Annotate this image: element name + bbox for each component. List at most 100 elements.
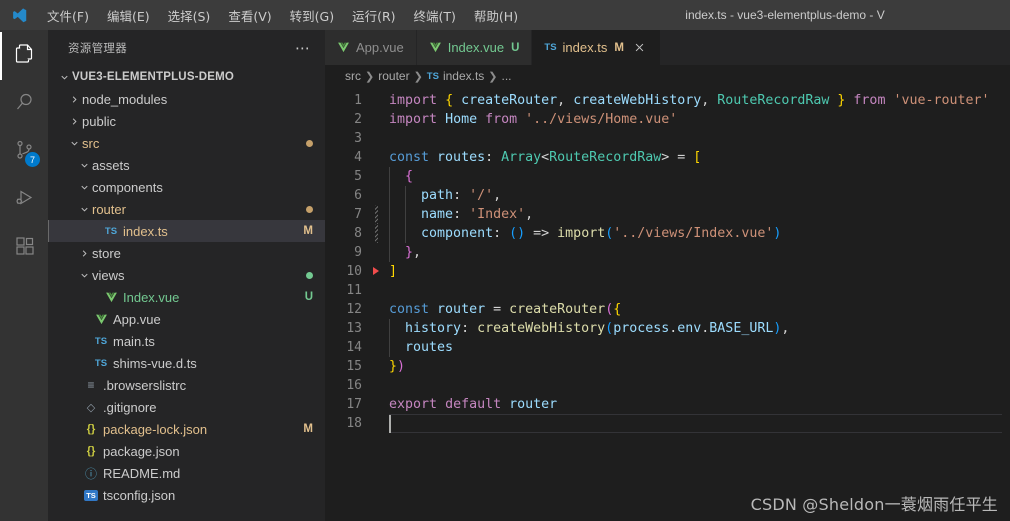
tree-item-components[interactable]: components: [48, 176, 325, 198]
code-line[interactable]: export default router: [389, 395, 1010, 414]
code-line[interactable]: path: '/',: [389, 186, 1010, 205]
tree-item-views[interactable]: views: [48, 264, 325, 286]
breadcrumb[interactable]: src ❯ router ❯ TS index.ts ❯ ...: [325, 65, 1010, 87]
menu-help[interactable]: 帮助(H): [465, 0, 527, 30]
code-line[interactable]: history: createWebHistory(process.env.BA…: [389, 319, 1010, 338]
code-token: [: [693, 150, 702, 165]
code-content[interactable]: import { createRouter, createWebHistory,…: [383, 91, 1010, 521]
code-line[interactable]: import { createRouter, createWebHistory,…: [389, 91, 1010, 110]
code-editor[interactable]: 1 2 3 4 5 6 7 8 9 10 11 12 13 14 15 16 17 18 import { cre…: [325, 87, 1010, 521]
tab-index-vue[interactable]: Index.vue U: [416, 30, 533, 65]
tree-item-label: assets: [92, 157, 130, 173]
code-token: =: [485, 302, 510, 317]
code-token: }: [405, 245, 414, 260]
code-line[interactable]: }): [389, 357, 1010, 376]
tree-item-router[interactable]: router: [48, 198, 325, 220]
tree-item-shims-vue-d-ts[interactable]: TS shims-vue.d.ts: [48, 352, 325, 374]
code-line[interactable]: name: 'Index',: [389, 205, 1010, 224]
code-token: :: [453, 207, 470, 222]
tree-item-label: .gitignore: [103, 399, 157, 415]
code-token: :: [493, 226, 510, 241]
code-token: path: [421, 188, 454, 203]
tree-item-assets[interactable]: assets: [48, 154, 325, 176]
activitybar-extensions[interactable]: [0, 224, 48, 272]
tree-item--browserslistrc[interactable]: ≡ .browserslistrc: [48, 374, 325, 396]
code-token: env: [677, 321, 702, 336]
code-token: (): [509, 226, 526, 241]
tree-item-readme-md[interactable]: ⓘ README.md: [48, 462, 325, 484]
code-token: name: [421, 207, 454, 222]
tree-item-src[interactable]: src: [48, 132, 325, 154]
code-line[interactable]: {: [389, 167, 1010, 186]
breadcrumb-item-symbol[interactable]: ...: [502, 69, 512, 83]
menu-view[interactable]: 查看(V): [219, 0, 280, 30]
menu-terminal[interactable]: 终端(T): [405, 0, 465, 30]
code-line[interactable]: [389, 281, 1010, 300]
code-token: process: [613, 321, 670, 336]
breakpoint-arrow-icon[interactable]: [373, 267, 379, 275]
code-line[interactable]: component: () => import('../views/Index.…: [389, 224, 1010, 243]
menu-go[interactable]: 转到(G): [281, 0, 343, 30]
menu-selection[interactable]: 选择(S): [159, 0, 220, 30]
chevron-right-icon: ❯: [413, 70, 423, 83]
sidebar-header: 资源管理器 ⋯: [48, 30, 325, 65]
code-line[interactable]: const router = createRouter({: [389, 300, 1010, 319]
tabbar[interactable]: App.vue Index.vue U TS index.ts M: [325, 30, 1010, 65]
tree-item-tsconfig-json[interactable]: TS tsconfig.json: [48, 484, 325, 506]
file-tree[interactable]: VUE3-ELEMENTPLUS-DEMO node_modulespublic…: [48, 65, 325, 521]
vue-file-icon: [337, 41, 350, 54]
tree-item-main-ts[interactable]: TS main.ts: [48, 330, 325, 352]
code-token: createRouter: [461, 93, 558, 108]
breadcrumb-item-src[interactable]: src: [345, 69, 361, 83]
tree-item-store[interactable]: store: [48, 242, 325, 264]
tree-item-public[interactable]: public: [48, 110, 325, 132]
tree-item-label: tsconfig.json: [103, 487, 176, 503]
menu-file[interactable]: 文件(F): [38, 0, 98, 30]
ts-file-icon: TS: [104, 225, 118, 237]
tab-app-vue[interactable]: App.vue: [325, 30, 417, 65]
activitybar-run-debug[interactable]: [0, 176, 48, 224]
code-line[interactable]: [389, 376, 1010, 395]
tree-item-app-vue[interactable]: App.vue: [48, 308, 325, 330]
tree-item-node-modules[interactable]: node_modules: [48, 88, 325, 110]
activitybar-search[interactable]: [0, 80, 48, 128]
tab-index-ts[interactable]: TS index.ts M: [532, 30, 661, 65]
tree-item-index-ts[interactable]: TS index.ts M: [48, 220, 325, 242]
breadcrumb-item-index-ts[interactable]: TS index.ts: [427, 69, 485, 83]
chevron-down-icon: [76, 270, 92, 281]
code-line[interactable]: routes: [389, 338, 1010, 357]
menubar[interactable]: 文件(F) 编辑(E) 选择(S) 查看(V) 转到(G) 运行(R) 终端(T…: [38, 0, 527, 30]
code-token: import: [557, 226, 606, 241]
more-actions-icon[interactable]: ⋯: [289, 40, 317, 55]
tree-item-package-lock-json[interactable]: {} package-lock.json M: [48, 418, 325, 440]
tree-item-status-badge: M: [303, 225, 313, 237]
menu-run[interactable]: 运行(R): [343, 0, 404, 30]
activitybar-explorer[interactable]: [0, 32, 48, 80]
code-line[interactable]: },: [389, 243, 1010, 262]
tree-item-index-vue[interactable]: Index.vue U: [48, 286, 325, 308]
code-token: }: [389, 359, 398, 374]
code-token: ,: [413, 245, 422, 260]
code-line[interactable]: [389, 414, 1002, 433]
code-token: createWebHistory: [573, 93, 702, 108]
code-line[interactable]: import Home from '../views/Home.vue': [389, 110, 1010, 129]
breadcrumb-item-router[interactable]: router: [378, 69, 409, 83]
activitybar-source-control[interactable]: 7: [0, 128, 48, 176]
chevron-right-icon: [66, 94, 82, 105]
close-icon[interactable]: [632, 40, 648, 56]
code-line[interactable]: ]: [389, 262, 1010, 281]
tree-item-label: node_modules: [82, 91, 168, 107]
tree-root-folder[interactable]: VUE3-ELEMENTPLUS-DEMO: [48, 66, 325, 88]
vue-file-icon: [429, 41, 442, 54]
code-token: {: [613, 302, 622, 317]
chevron-down-icon: [76, 160, 92, 171]
tree-item-package-json[interactable]: {} package.json: [48, 440, 325, 462]
code-line[interactable]: [389, 129, 1010, 148]
menu-edit[interactable]: 编辑(E): [98, 0, 159, 30]
code-line[interactable]: const routes: Array<RouteRecordRaw> = [: [389, 148, 1010, 167]
tree-item--gitignore[interactable]: ◇ .gitignore: [48, 396, 325, 418]
